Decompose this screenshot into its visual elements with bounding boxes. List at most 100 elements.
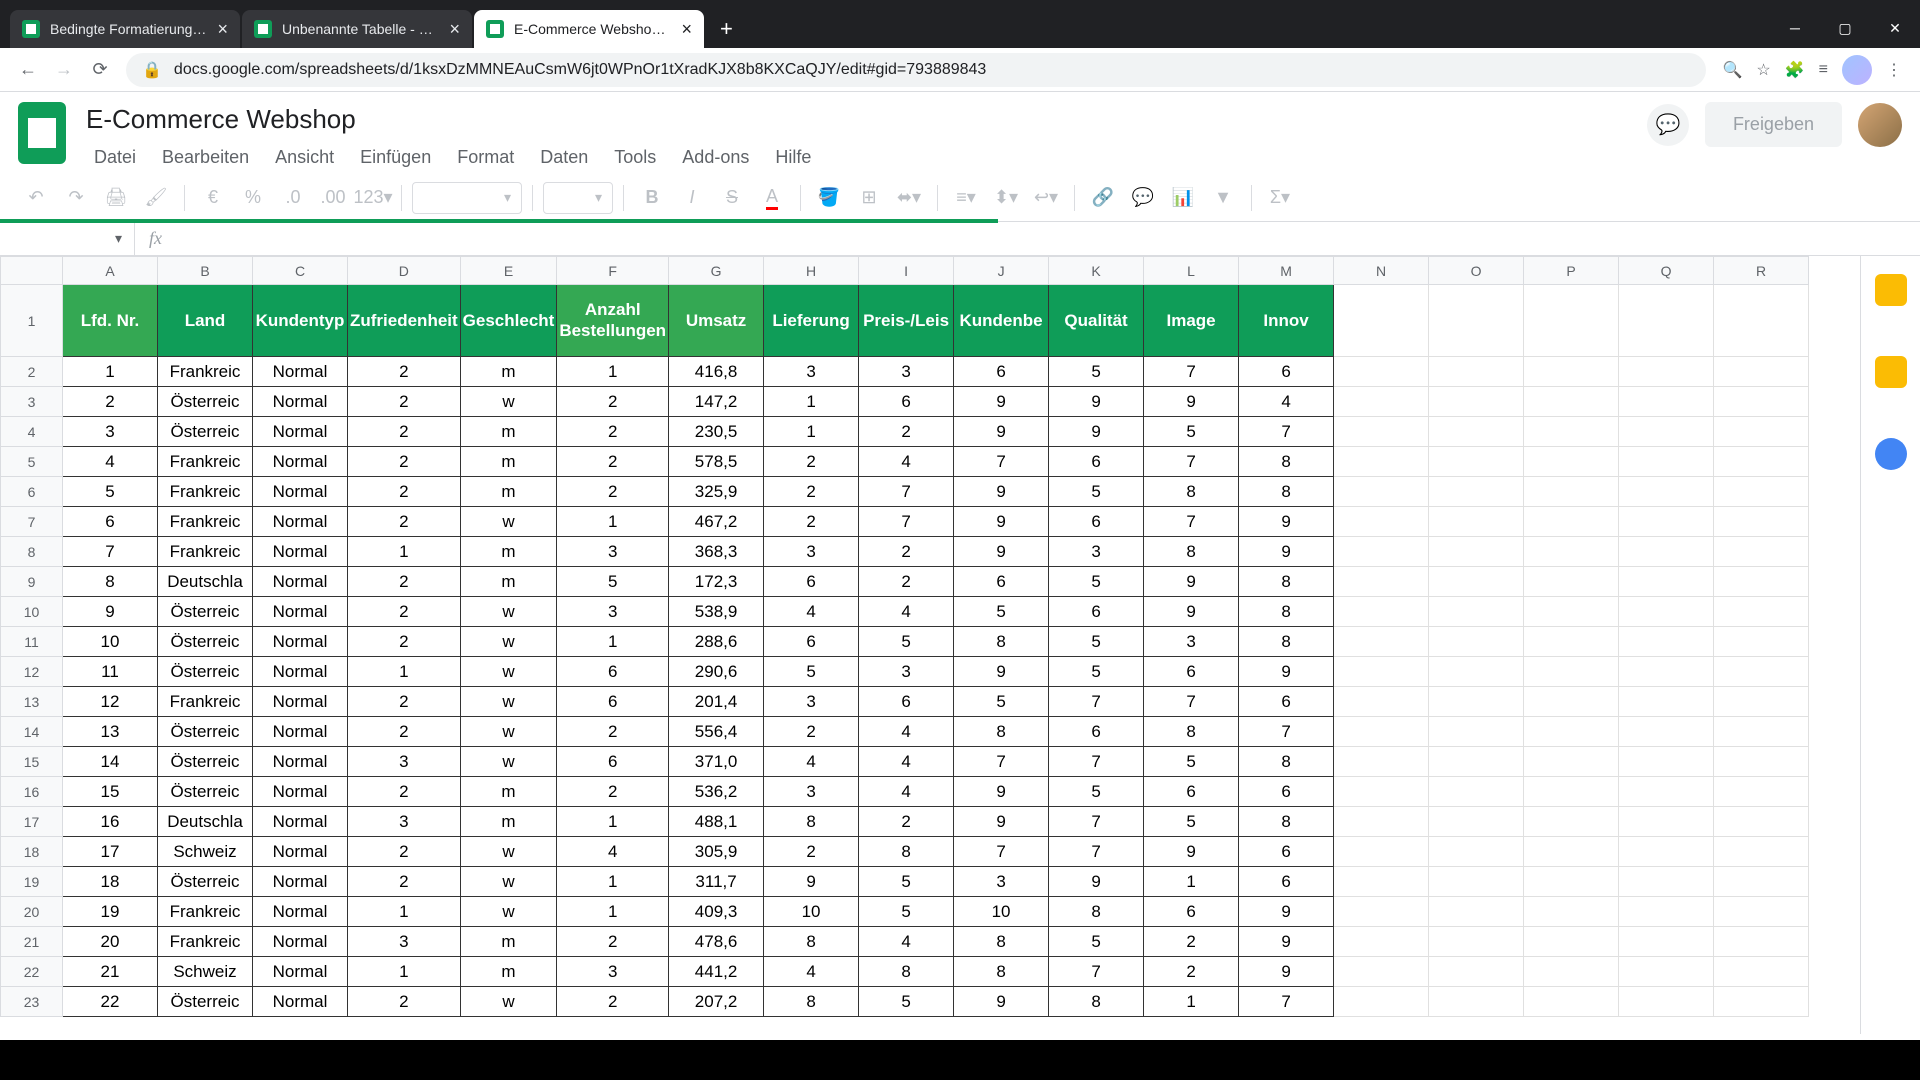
cell[interactable]: 2 bbox=[348, 867, 461, 897]
row-header-20[interactable]: 20 bbox=[1, 897, 63, 927]
cell[interactable]: 2 bbox=[764, 447, 859, 477]
cell[interactable]: 2 bbox=[557, 477, 669, 507]
cell[interactable] bbox=[1714, 507, 1809, 537]
cell[interactable]: m bbox=[460, 417, 557, 447]
tasks-icon[interactable] bbox=[1875, 356, 1907, 388]
cell[interactable]: 3 bbox=[63, 417, 158, 447]
cell[interactable]: 8 bbox=[1144, 537, 1239, 567]
cell[interactable]: 5 bbox=[63, 477, 158, 507]
row-header-13[interactable]: 13 bbox=[1, 687, 63, 717]
cell[interactable]: 5 bbox=[1144, 747, 1239, 777]
cell[interactable] bbox=[1429, 387, 1524, 417]
cell[interactable]: 3 bbox=[557, 957, 669, 987]
cell[interactable]: 368,3 bbox=[669, 537, 764, 567]
cell[interactable] bbox=[1524, 285, 1619, 357]
cell[interactable] bbox=[1429, 537, 1524, 567]
cell[interactable]: 5 bbox=[557, 567, 669, 597]
cell[interactable]: Österreic bbox=[158, 627, 253, 657]
cell[interactable]: Normal bbox=[253, 357, 348, 387]
cell[interactable]: 9 bbox=[1144, 567, 1239, 597]
cell[interactable]: 8 bbox=[859, 837, 954, 867]
browser-tab[interactable]: Unbenannte Tabelle - Google Ta × bbox=[242, 10, 472, 48]
cell[interactable]: Österreic bbox=[158, 597, 253, 627]
cell[interactable]: Frankreic bbox=[158, 897, 253, 927]
cell[interactable]: 2 bbox=[1144, 957, 1239, 987]
cell[interactable] bbox=[1524, 447, 1619, 477]
row-header-15[interactable]: 15 bbox=[1, 747, 63, 777]
insert-chart-button[interactable]: 📊 bbox=[1165, 180, 1201, 216]
cell[interactable]: Normal bbox=[253, 807, 348, 837]
cell[interactable]: 2 bbox=[859, 537, 954, 567]
cell[interactable]: 3 bbox=[557, 537, 669, 567]
cell[interactable] bbox=[1524, 717, 1619, 747]
cell[interactable] bbox=[1714, 897, 1809, 927]
cell[interactable]: Österreic bbox=[158, 657, 253, 687]
cell[interactable]: Österreic bbox=[158, 987, 253, 1017]
decrease-decimal-button[interactable]: .0 bbox=[275, 180, 311, 216]
cell[interactable] bbox=[1619, 807, 1714, 837]
currency-button[interactable]: € bbox=[195, 180, 231, 216]
cell[interactable]: 4 bbox=[1239, 387, 1334, 417]
cell[interactable]: Normal bbox=[253, 897, 348, 927]
cell[interactable]: m bbox=[460, 447, 557, 477]
cell[interactable] bbox=[1429, 717, 1524, 747]
cell[interactable]: 7 bbox=[954, 447, 1049, 477]
cell[interactable]: 9 bbox=[1049, 417, 1144, 447]
cell[interactable]: 8 bbox=[1239, 597, 1334, 627]
cell[interactable] bbox=[1334, 657, 1429, 687]
cell[interactable]: 6 bbox=[1049, 597, 1144, 627]
cell[interactable] bbox=[1714, 657, 1809, 687]
cell[interactable]: 9 bbox=[1239, 537, 1334, 567]
cell[interactable]: 6 bbox=[859, 387, 954, 417]
cell[interactable] bbox=[1334, 747, 1429, 777]
cell[interactable]: Normal bbox=[253, 597, 348, 627]
cell[interactable] bbox=[1524, 807, 1619, 837]
cell[interactable]: 5 bbox=[1049, 357, 1144, 387]
bookmark-icon[interactable]: ☆ bbox=[1756, 60, 1770, 80]
cell[interactable]: w bbox=[460, 747, 557, 777]
cell[interactable]: 7 bbox=[1049, 687, 1144, 717]
cell[interactable] bbox=[1334, 417, 1429, 447]
cell[interactable]: 9 bbox=[764, 867, 859, 897]
cell[interactable]: 6 bbox=[1239, 687, 1334, 717]
cell[interactable]: Normal bbox=[253, 867, 348, 897]
cell[interactable]: 288,6 bbox=[669, 627, 764, 657]
cell[interactable]: 6 bbox=[557, 657, 669, 687]
column-header-H[interactable]: H bbox=[764, 257, 859, 285]
cell[interactable] bbox=[1429, 747, 1524, 777]
column-header-L[interactable]: L bbox=[1144, 257, 1239, 285]
row-header-10[interactable]: 10 bbox=[1, 597, 63, 627]
cell[interactable] bbox=[1524, 567, 1619, 597]
column-header-F[interactable]: F bbox=[557, 257, 669, 285]
cell[interactable] bbox=[1524, 987, 1619, 1017]
cell[interactable]: 4 bbox=[63, 447, 158, 477]
row-header-23[interactable]: 23 bbox=[1, 987, 63, 1017]
cell[interactable] bbox=[1524, 477, 1619, 507]
cell[interactable] bbox=[1429, 777, 1524, 807]
cell[interactable] bbox=[1429, 447, 1524, 477]
cell[interactable] bbox=[1619, 597, 1714, 627]
cell[interactable]: 8 bbox=[63, 567, 158, 597]
cell[interactable] bbox=[1714, 927, 1809, 957]
close-window-button[interactable]: ✕ bbox=[1870, 8, 1920, 48]
cell[interactable]: w bbox=[460, 987, 557, 1017]
cell[interactable]: m bbox=[460, 927, 557, 957]
cell[interactable]: 1 bbox=[764, 417, 859, 447]
fill-color-button[interactable]: 🪣 bbox=[811, 180, 847, 216]
cell[interactable] bbox=[1524, 417, 1619, 447]
cell[interactable]: 1 bbox=[557, 897, 669, 927]
cell[interactable] bbox=[1334, 957, 1429, 987]
cell[interactable]: 2 bbox=[557, 387, 669, 417]
cell[interactable]: Normal bbox=[253, 777, 348, 807]
cell[interactable]: 2 bbox=[348, 477, 461, 507]
cell[interactable] bbox=[1714, 627, 1809, 657]
row-header-17[interactable]: 17 bbox=[1, 807, 63, 837]
cell[interactable] bbox=[1714, 987, 1809, 1017]
cell[interactable] bbox=[1619, 777, 1714, 807]
cell[interactable] bbox=[1429, 507, 1524, 537]
cell[interactable]: 1 bbox=[348, 957, 461, 987]
cell[interactable]: Normal bbox=[253, 927, 348, 957]
header-cell[interactable]: Anzahl Bestellungen bbox=[557, 285, 669, 357]
insert-link-button[interactable]: 🔗 bbox=[1085, 180, 1121, 216]
cell[interactable]: 18 bbox=[63, 867, 158, 897]
